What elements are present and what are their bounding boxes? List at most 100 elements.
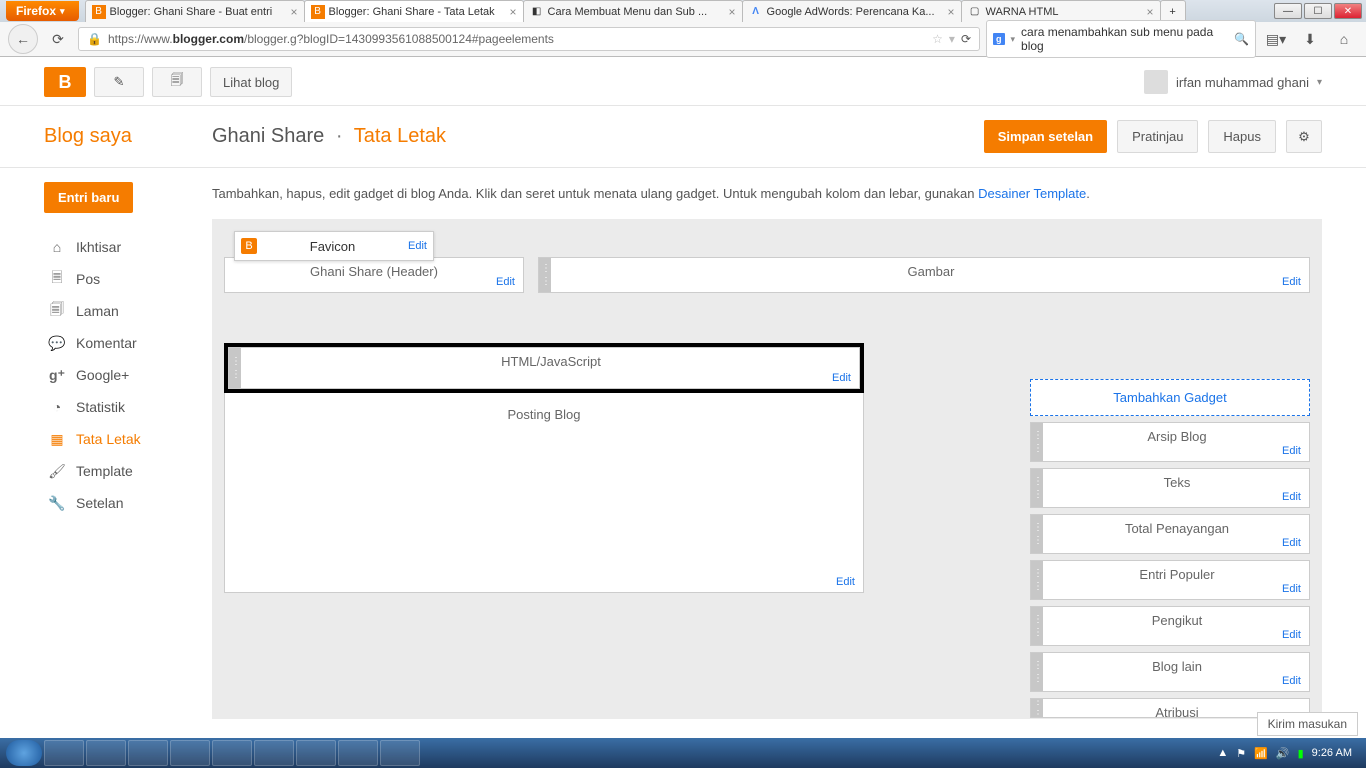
htmljs-gadget[interactable]: HTML/JavaScript Edit [228, 347, 860, 389]
task-item[interactable] [380, 740, 420, 766]
close-icon[interactable]: × [1147, 5, 1154, 19]
close-icon[interactable]: × [729, 5, 736, 19]
drag-handle[interactable] [1031, 607, 1043, 645]
bookmark-icon[interactable]: ☆ [932, 32, 943, 46]
drag-handle[interactable] [1031, 423, 1043, 461]
drag-handle[interactable] [1031, 653, 1043, 691]
edit-link[interactable]: Edit [1282, 629, 1301, 641]
sidebar-item-posts[interactable]: 🗏Pos [44, 263, 212, 295]
drag-handle[interactable] [1031, 699, 1043, 717]
sidebar-item-label: Statistik [76, 399, 125, 415]
save-button[interactable]: Simpan setelan [984, 120, 1107, 153]
task-item[interactable] [254, 740, 294, 766]
sidebar-item-pages[interactable]: 🗐Laman [44, 295, 212, 327]
close-icon[interactable]: × [510, 5, 517, 19]
browser-tab[interactable]: ◧Cara Membuat Menu dan Sub ...× [523, 0, 743, 22]
url-bar[interactable]: 🔒 https://www.blogger.com/blogger.g?blog… [78, 27, 980, 51]
minimize-button[interactable]: — [1274, 3, 1302, 19]
edit-link[interactable]: Edit [836, 576, 855, 588]
my-blogs-link[interactable]: Blog saya [44, 125, 212, 148]
sidebar-item-stats[interactable]: ◔Statistik [44, 391, 212, 423]
feedback-link[interactable]: Kirim masukan [1257, 712, 1358, 736]
side-gadget[interactable]: Entri PopulerEdit [1030, 560, 1310, 600]
drag-handle[interactable] [229, 348, 241, 388]
sidebar-item-googleplus[interactable]: g⁺Google+ [44, 359, 212, 391]
gadget-title: HTML/JavaScript [243, 348, 859, 375]
start-button[interactable] [6, 740, 42, 766]
browser-tab[interactable]: ΛGoogle AdWords: Perencana Ka...× [742, 0, 962, 22]
battery-icon[interactable]: ▮ [1298, 747, 1304, 760]
side-gadget[interactable]: PengikutEdit [1030, 606, 1310, 646]
posting-blog-gadget[interactable]: Posting Blog Edit [224, 393, 864, 593]
edit-link[interactable]: Edit [832, 372, 851, 384]
reload-icon[interactable]: ⟳ [961, 32, 971, 46]
new-tab-button[interactable]: + [1160, 0, 1186, 22]
side-gadget[interactable]: Blog lainEdit [1030, 652, 1310, 692]
add-gadget-link[interactable]: Tambahkan Gadget [1030, 379, 1310, 416]
task-item[interactable] [212, 740, 252, 766]
system-tray[interactable]: ▲ ⚑ 📶 🔊 ▮ 9:26 AM [1217, 747, 1360, 760]
posts-button[interactable]: 🗐 [152, 67, 202, 97]
clock[interactable]: 9:26 AM [1312, 747, 1352, 759]
task-item[interactable] [128, 740, 168, 766]
side-gadget[interactable]: Arsip BlogEdit [1030, 422, 1310, 462]
side-gadget[interactable]: Total PenayanganEdit [1030, 514, 1310, 554]
edit-link[interactable]: Edit [1282, 276, 1301, 288]
downloads-button[interactable]: ⬇ [1296, 25, 1324, 53]
drag-handle[interactable] [1031, 515, 1043, 553]
edit-link[interactable]: Edit [408, 240, 427, 252]
image-gadget[interactable]: Gambar Edit [538, 257, 1310, 293]
edit-link[interactable]: Edit [1282, 675, 1301, 687]
tab-title: Blogger: Ghani Share - Buat entri [110, 6, 273, 18]
header-gadget[interactable]: Ghani Share (Header) Edit [224, 257, 524, 293]
back-button[interactable]: ← [8, 24, 38, 54]
volume-icon[interactable]: 🔊 [1276, 747, 1290, 760]
drag-handle[interactable] [539, 258, 551, 292]
close-icon[interactable]: × [291, 5, 298, 19]
close-icon[interactable]: × [948, 5, 955, 19]
close-window-button[interactable]: ✕ [1334, 3, 1362, 19]
edit-link[interactable]: Edit [496, 276, 515, 288]
search-bar[interactable]: g ▾ cara menambahkan sub menu pada blog … [986, 20, 1256, 58]
settings-button[interactable]: ⚙ [1286, 120, 1322, 153]
task-item[interactable] [296, 740, 336, 766]
new-entry-button[interactable]: Entri baru [44, 182, 133, 213]
task-item[interactable] [44, 740, 84, 766]
flag-icon[interactable]: ⚑ [1236, 747, 1246, 760]
task-item[interactable] [170, 740, 210, 766]
browser-tab[interactable]: ▢WARNA HTML× [961, 0, 1161, 22]
sidebar-item-layout[interactable]: ▦Tata Letak [44, 423, 212, 455]
edit-link[interactable]: Edit [1282, 445, 1301, 457]
maximize-button[interactable]: ☐ [1304, 3, 1332, 19]
sidebar-item-settings[interactable]: 🔧Setelan [44, 487, 212, 519]
tray-icon[interactable]: ▲ [1217, 747, 1228, 759]
view-blog-button[interactable]: Lihat blog [210, 67, 292, 97]
edit-link[interactable]: Edit [1282, 491, 1301, 503]
reload-button[interactable]: ⟳ [44, 25, 72, 53]
sidebar-item-overview[interactable]: ⌂Ikhtisar [44, 231, 212, 263]
edit-link[interactable]: Edit [1282, 583, 1301, 595]
bookmarks-button[interactable]: ▤▾ [1262, 25, 1290, 53]
template-designer-link[interactable]: Desainer Template [978, 186, 1086, 201]
task-item[interactable] [86, 740, 126, 766]
favicon-gadget[interactable]: B Favicon Edit [234, 231, 434, 261]
firefox-menu-button[interactable]: Firefox [6, 1, 79, 21]
side-gadget[interactable]: TeksEdit [1030, 468, 1310, 508]
task-item[interactable] [338, 740, 378, 766]
user-menu[interactable]: irfan muhammad ghani ▾ [1144, 70, 1322, 94]
browser-tab-active[interactable]: BBlogger: Ghani Share - Tata Letak× [304, 0, 524, 22]
home-button[interactable]: ⌂ [1330, 25, 1358, 53]
sidebar-item-template[interactable]: 🖌Template [44, 455, 212, 487]
sidebar-item-comments[interactable]: 💬Komentar [44, 327, 212, 359]
edit-link[interactable]: Edit [1282, 537, 1301, 549]
drag-handle[interactable] [1031, 469, 1043, 507]
search-icon[interactable]: 🔍 [1234, 32, 1249, 46]
drag-handle[interactable] [1031, 561, 1043, 599]
browser-tab[interactable]: BBlogger: Ghani Share - Buat entri× [85, 0, 305, 22]
blogger-logo[interactable]: B [44, 67, 86, 97]
blog-name[interactable]: Ghani Share [212, 125, 324, 147]
edit-button[interactable]: ✎ [94, 67, 144, 97]
preview-button[interactable]: Pratinjau [1117, 120, 1198, 153]
network-icon[interactable]: 📶 [1254, 747, 1268, 760]
delete-button[interactable]: Hapus [1208, 120, 1276, 153]
